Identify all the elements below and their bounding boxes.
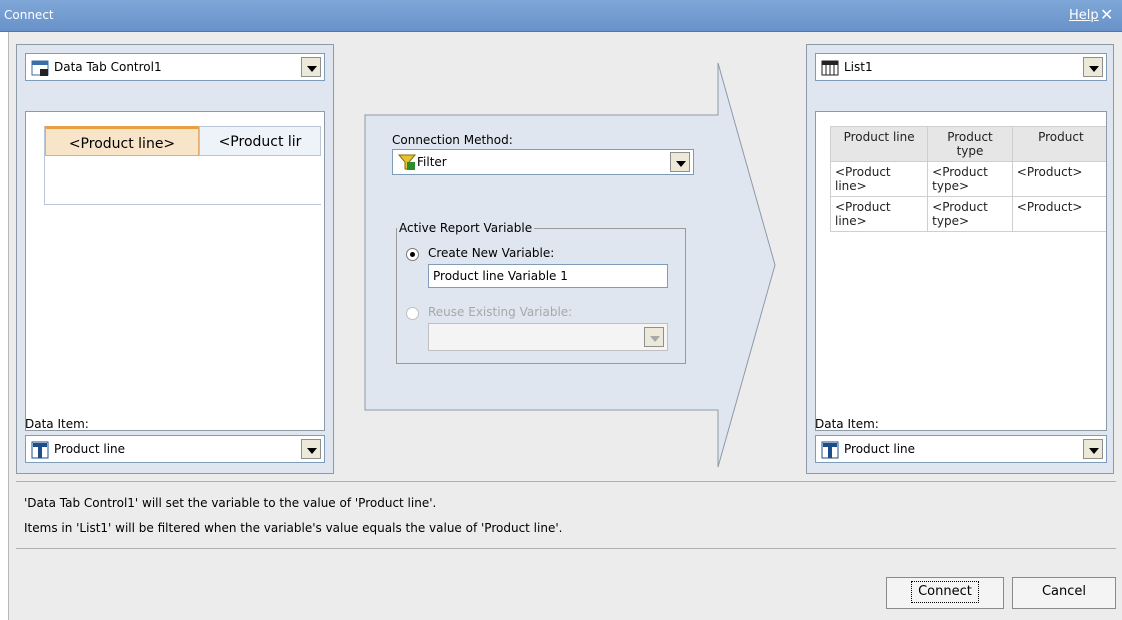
- table-cell: <Product>: [1011, 161, 1106, 197]
- connection-method-label: Connection Method:: [392, 133, 513, 147]
- table-cell: <Product line>: [829, 196, 929, 232]
- target-panel: List1 Product line Product type Product …: [806, 44, 1114, 474]
- chevron-down-icon[interactable]: [301, 439, 321, 459]
- data-item-icon: [821, 441, 839, 459]
- chevron-down-icon[interactable]: [301, 57, 321, 77]
- column-header: Product line: [829, 126, 929, 162]
- source-panel: Data Tab Control1 <Product line> <Produc…: [16, 44, 334, 474]
- tab-strip: <Product line> <Product lir: [44, 126, 321, 205]
- chevron-down-icon[interactable]: [1083, 57, 1103, 77]
- table-row: <Product line> <Product type> <Product>: [829, 161, 1106, 197]
- title-bar: Connect Help ✕: [0, 0, 1122, 32]
- summary-line-2: Items in 'List1' will be filtered when t…: [24, 521, 563, 535]
- create-new-radio[interactable]: [406, 248, 419, 261]
- connect-button[interactable]: Connect: [886, 577, 1004, 609]
- target-data-item-value: Product line: [844, 442, 916, 456]
- help-link[interactable]: Help: [1069, 8, 1099, 23]
- table-cell: <Product line>: [829, 161, 929, 197]
- target-control-value: List1: [844, 60, 873, 74]
- list-icon: [821, 59, 839, 77]
- table-header-row: Product line Product type Product: [829, 126, 1106, 162]
- table-cell: <Product type>: [927, 196, 1013, 232]
- data-tab-control-icon: [31, 59, 49, 77]
- reuse-existing-radio[interactable]: [406, 307, 419, 320]
- connect-button-label: Connect: [911, 581, 979, 603]
- active-variable-group: Active Report Variable Create New Variab…: [396, 221, 686, 364]
- tab-product-line-2[interactable]: <Product lir: [199, 126, 321, 156]
- column-header: Product: [1011, 126, 1106, 162]
- list-table: Product line Product type Product <Produ…: [829, 126, 1106, 232]
- list-preview: Product line Product type Product <Produ…: [815, 111, 1107, 431]
- chevron-down-icon[interactable]: [644, 327, 664, 347]
- column-header: Product type: [927, 126, 1013, 162]
- separator: [16, 548, 1116, 549]
- create-new-label: Create New Variable:: [428, 246, 555, 260]
- table-cell: <Product type>: [927, 161, 1013, 197]
- summary-line-1: 'Data Tab Control1' will set the variabl…: [24, 496, 437, 510]
- data-item-icon: [31, 441, 49, 459]
- target-data-item-select[interactable]: Product line: [815, 435, 1107, 463]
- reuse-existing-label: Reuse Existing Variable:: [428, 305, 573, 319]
- table-row: <Product line> <Product type> <Product>: [829, 196, 1106, 232]
- data-item-label: Data Item:: [815, 417, 879, 431]
- source-control-select[interactable]: Data Tab Control1: [25, 53, 325, 81]
- cancel-button[interactable]: Cancel: [1012, 577, 1116, 609]
- new-variable-input[interactable]: Product line Variable 1: [428, 264, 668, 288]
- separator: [16, 481, 1116, 482]
- existing-variable-select[interactable]: [428, 323, 668, 351]
- target-control-select[interactable]: List1: [815, 53, 1107, 81]
- source-data-item-value: Product line: [54, 442, 126, 456]
- filter-icon: [397, 153, 417, 171]
- connection-method-value: Filter: [417, 155, 447, 169]
- tab-product-line[interactable]: <Product line>: [45, 126, 199, 156]
- source-control-value: Data Tab Control1: [54, 60, 162, 74]
- table-cell: <Product>: [1011, 196, 1106, 232]
- close-icon[interactable]: ✕: [1100, 5, 1113, 24]
- active-variable-legend: Active Report Variable: [397, 221, 535, 235]
- dialog-title: Connect: [4, 8, 54, 22]
- chevron-down-icon[interactable]: [1083, 439, 1103, 459]
- source-data-item-select[interactable]: Product line: [25, 435, 325, 463]
- data-item-label: Data Item:: [25, 417, 89, 431]
- chevron-down-icon[interactable]: [670, 152, 690, 172]
- connection-method-select[interactable]: Filter: [392, 149, 694, 175]
- tab-control-preview: <Product line> <Product lir: [25, 111, 325, 431]
